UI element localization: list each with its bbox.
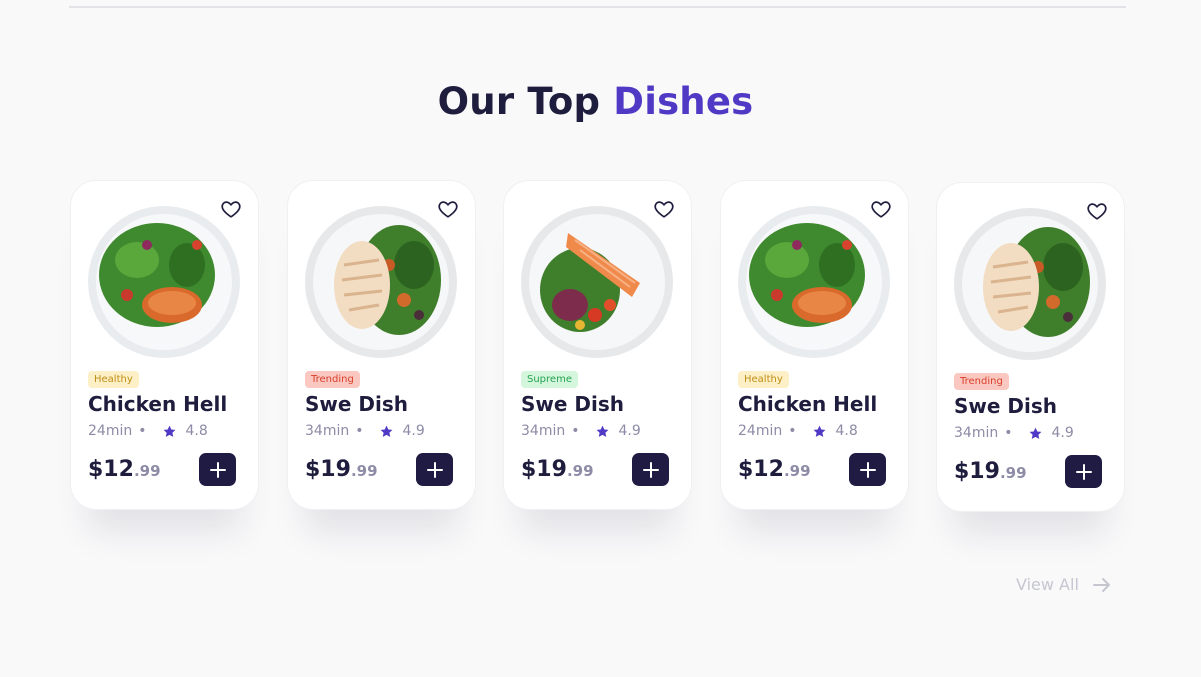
dish-rating: 4.9 — [618, 423, 641, 439]
star-icon — [381, 425, 393, 437]
dish-name: Chicken Hell — [88, 392, 228, 416]
add-to-cart-button[interactable] — [416, 453, 453, 486]
separator-dot: • — [138, 423, 147, 439]
dish-meta: 24min • 4.8 — [738, 423, 858, 439]
price-main: $19 — [305, 457, 351, 482]
dish-image — [88, 206, 240, 358]
add-to-cart-button[interactable] — [199, 453, 236, 486]
top-divider — [69, 6, 1126, 8]
dish-name: Swe Dish — [521, 392, 625, 416]
dish-image — [954, 208, 1106, 360]
dish-price: $19.99 — [521, 457, 594, 482]
dish-time: 24min — [88, 423, 133, 439]
star-icon — [597, 425, 609, 437]
separator-dot: • — [1004, 425, 1013, 441]
plus-icon — [642, 461, 659, 478]
section-title-main: Our Top — [437, 80, 614, 123]
plus-icon — [209, 461, 226, 478]
dish-tag: Trending — [954, 373, 1009, 390]
view-all-link[interactable]: View All — [1016, 575, 1111, 594]
price-main: $12 — [738, 457, 784, 482]
price-cents: .99 — [133, 462, 161, 480]
separator-dot: • — [355, 423, 364, 439]
dish-time: 34min — [521, 423, 566, 439]
section-title: Our Top Dishes — [0, 80, 1191, 123]
dish-card[interactable]: Healthy Chicken Hell 24min • 4.8 $12.99 — [720, 180, 909, 510]
plus-icon — [1075, 463, 1092, 480]
dish-rating: 4.9 — [402, 423, 425, 439]
dish-card[interactable]: Supreme Swe Dish 34min • 4.9 $19.99 — [503, 180, 692, 510]
dish-card[interactable]: Trending Swe Dish 34min • 4.9 $19.99 — [287, 180, 476, 510]
dish-price: $19.99 — [305, 457, 378, 482]
dish-image — [305, 206, 457, 358]
dish-card[interactable]: Healthy Chicken Hell 24min • 4.8 $12.99 — [70, 180, 259, 510]
dish-rating: 4.9 — [1051, 425, 1074, 441]
add-to-cart-button[interactable] — [849, 453, 886, 486]
star-icon — [1030, 427, 1042, 439]
plus-icon — [859, 461, 876, 478]
view-all-label: View All — [1016, 575, 1079, 594]
dish-tag: Supreme — [521, 371, 578, 388]
dish-rating: 4.8 — [185, 423, 208, 439]
dish-meta: 34min • 4.9 — [954, 425, 1074, 441]
dish-time: 34min — [954, 425, 999, 441]
section-title-accent: Dishes — [613, 80, 754, 123]
dish-rating: 4.8 — [835, 423, 858, 439]
dish-price: $12.99 — [738, 457, 811, 482]
price-main: $19 — [521, 457, 567, 482]
dish-time: 34min — [305, 423, 350, 439]
dish-tag: Healthy — [738, 371, 789, 388]
star-icon — [164, 425, 176, 437]
dish-name: Chicken Hell — [738, 392, 878, 416]
price-cents: .99 — [999, 464, 1027, 482]
price-cents: .99 — [350, 462, 378, 480]
dish-meta: 34min • 4.9 — [521, 423, 641, 439]
dish-name: Swe Dish — [305, 392, 409, 416]
add-to-cart-button[interactable] — [632, 453, 669, 486]
dish-meta: 34min • 4.9 — [305, 423, 425, 439]
arrow-right-icon — [1092, 577, 1110, 592]
price-main: $19 — [954, 459, 1000, 484]
add-to-cart-button[interactable] — [1065, 455, 1102, 488]
dish-tag: Trending — [305, 371, 360, 388]
dish-card[interactable]: Trending Swe Dish 34min • 4.9 $19.99 — [936, 182, 1125, 512]
star-icon — [814, 425, 826, 437]
dish-time: 24min — [738, 423, 783, 439]
dish-price: $12.99 — [88, 457, 161, 482]
dish-image — [521, 206, 673, 358]
separator-dot: • — [788, 423, 797, 439]
price-main: $12 — [88, 457, 134, 482]
price-cents: .99 — [783, 462, 811, 480]
dish-price: $19.99 — [954, 459, 1027, 484]
dish-meta: 24min • 4.8 — [88, 423, 208, 439]
dish-name: Swe Dish — [954, 394, 1058, 418]
price-cents: .99 — [566, 462, 594, 480]
dish-image — [738, 206, 890, 358]
dish-tag: Healthy — [88, 371, 139, 388]
separator-dot: • — [571, 423, 580, 439]
plus-icon — [426, 461, 443, 478]
